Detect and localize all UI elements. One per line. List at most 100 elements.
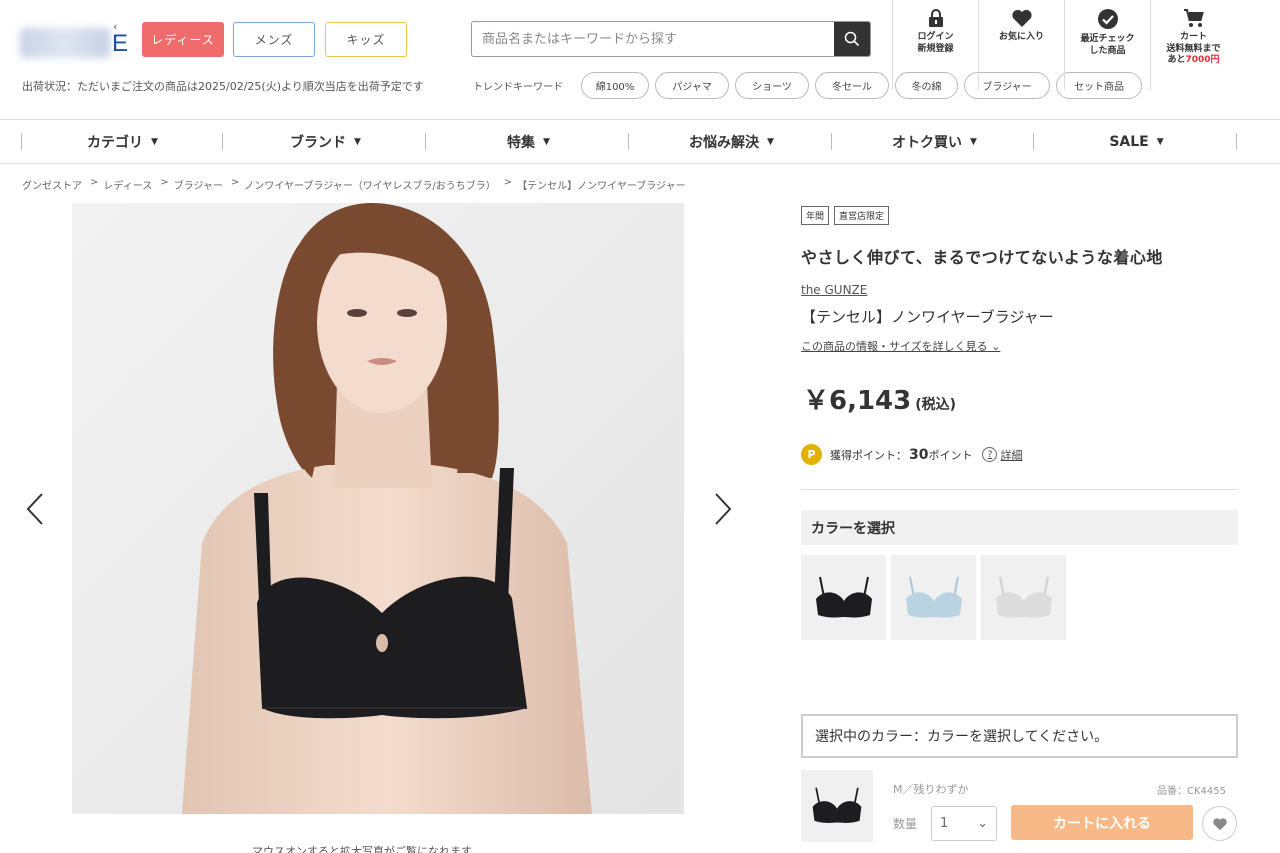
heart-icon (1011, 9, 1032, 28)
price-amount: ￥6,143 (803, 386, 912, 416)
tax-label: (税込) (915, 397, 957, 413)
add-favorite-button[interactable] (1202, 806, 1237, 841)
product-name: 【テンセル】ノンワイヤーブラジャー (801, 308, 1054, 326)
free-shipping-remaining: あと7000円 (1167, 55, 1219, 67)
points-value: 30 (909, 446, 929, 463)
model-photo (72, 203, 684, 814)
main-nav: カテゴリ ▼ ブランド ▼ 特集 ▼ お悩み解決 ▼ オトク買い ▼ SALE ▼ (0, 119, 1280, 164)
nav-label: 特集 (507, 134, 536, 151)
caret-down-icon: ▼ (543, 136, 550, 147)
caret-down-icon: ▼ (1156, 136, 1164, 147)
points-info: P 獲得ポイント： 30 ポイント ? 詳細 (801, 444, 1022, 465)
tab-mens[interactable]: メンズ (233, 22, 315, 57)
swatch-black[interactable] (801, 555, 886, 640)
breadcrumb-separator: > (230, 177, 240, 188)
nav-item-sale[interactable]: SALE ▼ (1035, 120, 1238, 163)
product-badges: 年間 直営店限定 (801, 206, 890, 225)
nav-item-deals[interactable]: オトク買い ▼ (833, 120, 1036, 163)
header-utility-icons: ログイン 新規登録 お気に入り 最近チェック した商品 カート 送料無料まで あ… (892, 0, 1236, 90)
points-help-link[interactable]: ? 詳細 (982, 447, 1022, 463)
brand-link[interactable]: the GUNZE (801, 283, 867, 297)
gallery-prev-arrow[interactable] (26, 492, 44, 526)
lock-icon (928, 9, 943, 27)
breadcrumb-item[interactable]: ブラジャー (174, 177, 223, 192)
tab-kids[interactable]: キッズ (325, 22, 407, 57)
trend-label: トレンドキーワード (473, 82, 563, 93)
caret-down-icon: ▼ (970, 136, 977, 147)
trend-chip[interactable]: 冬セール (815, 72, 889, 99)
bra-black-icon (815, 576, 872, 617)
breadcrumb-current: 【テンセル】ノンワイヤーブラジャー (517, 181, 686, 192)
color-select-heading: カラーを選択 (801, 510, 1238, 545)
trend-chip[interactable]: パジャマ (655, 72, 729, 99)
gallery-next-arrow[interactable] (714, 492, 732, 526)
quantity-value: 1 (940, 816, 949, 831)
cart-icon (1183, 9, 1204, 27)
search-input[interactable] (472, 22, 834, 56)
cart-label: カート (1179, 32, 1207, 42)
quantity-select[interactable]: 1 ⌄ (931, 806, 997, 841)
caret-down-icon: ▼ (354, 136, 361, 147)
trend-chip[interactable]: ショーツ (735, 72, 809, 99)
cart-link[interactable]: カート 送料無料まで あと7000円 (1150, 0, 1236, 90)
swatch-light-gray[interactable] (981, 555, 1066, 640)
trend-chip[interactable]: 綿100% (581, 72, 649, 99)
selected-item-thumbnail (801, 770, 873, 842)
point-coin-icon: P (801, 444, 822, 465)
store-logo[interactable]: ‹ E (20, 20, 129, 60)
nav-label: オトク買い (892, 134, 963, 151)
nav-divider (1033, 133, 1034, 150)
badge-annual: 年間 (801, 206, 830, 225)
nav-label: カテゴリ (87, 134, 144, 151)
nav-divider (425, 133, 426, 150)
nav-label: ブランド (290, 134, 347, 151)
section-divider (801, 489, 1238, 490)
question-icon: ? (982, 447, 998, 462)
points-prefix: 獲得ポイント： (830, 448, 907, 462)
nav-item-features[interactable]: 特集 ▼ (427, 120, 630, 163)
breadcrumb-separator: > (90, 177, 99, 188)
logo-fragment: E (112, 30, 129, 57)
swatch-light-blue[interactable] (891, 555, 976, 640)
color-swatches (801, 555, 1066, 640)
bra-light-blue-icon (905, 576, 962, 617)
nav-divider (831, 133, 832, 150)
chevron-down-icon: ⌄ (977, 816, 988, 831)
add-to-cart-button[interactable]: カートに入れる (1011, 805, 1193, 840)
search-button[interactable] (834, 22, 870, 56)
nav-label: SALE (1109, 133, 1149, 150)
nav-item-category[interactable]: カテゴリ ▼ (21, 120, 224, 163)
recent-label-1: 最近チェック (1080, 34, 1135, 44)
heart-icon (1212, 817, 1227, 830)
breadcrumb: グンゼストア > レディース > ブラジャー > ノンワイヤーブラジャー（ワイヤ… (22, 177, 686, 192)
free-shipping-label: 送料無料まで (1166, 43, 1221, 54)
product-price: ￥6,143 (税込) (803, 380, 956, 417)
quantity-label: 数量 (893, 817, 918, 831)
product-detail-link[interactable]: この商品の情報・サイズを詳しく見る ⌄ (801, 338, 1000, 354)
breadcrumb-separator: > (160, 177, 169, 188)
nav-item-brand[interactable]: ブランド ▼ (224, 120, 427, 163)
check-circle-icon (1097, 9, 1118, 29)
nav-divider (222, 133, 223, 150)
breadcrumb-item[interactable]: グンゼストア (22, 177, 82, 192)
nav-divider (1236, 133, 1237, 150)
product-main-image[interactable] (72, 203, 684, 814)
recently-viewed-link[interactable]: 最近チェック した商品 (1064, 0, 1150, 90)
size-stock-label: M／残りわずか (893, 783, 969, 796)
login-link[interactable]: ログイン 新規登録 (892, 0, 978, 90)
chevron-down-icon: ⌄ (987, 340, 1001, 353)
register-label: 新規登録 (917, 43, 954, 54)
bra-black-thumb-icon (812, 787, 862, 823)
favorites-label: お気に入り (998, 32, 1044, 42)
search-bar (471, 21, 871, 57)
tab-ladies[interactable]: レディース (142, 22, 224, 57)
remaining-prefix: あと (1167, 55, 1186, 66)
login-label: ログイン (917, 32, 954, 42)
breadcrumb-item[interactable]: ノンワイヤーブラジャー（ワイヤレスブラ/おうちブラ） (244, 177, 495, 192)
breadcrumb-separator: > (503, 177, 513, 188)
favorites-link[interactable]: お気に入り (978, 0, 1064, 90)
caret-down-icon: ▼ (767, 136, 774, 147)
product-headline: やさしく伸びて、まるでつけてないような着心地 (801, 248, 1163, 267)
breadcrumb-item[interactable]: レディース (103, 177, 152, 192)
nav-item-solutions[interactable]: お悩み解決 ▼ (630, 120, 833, 163)
